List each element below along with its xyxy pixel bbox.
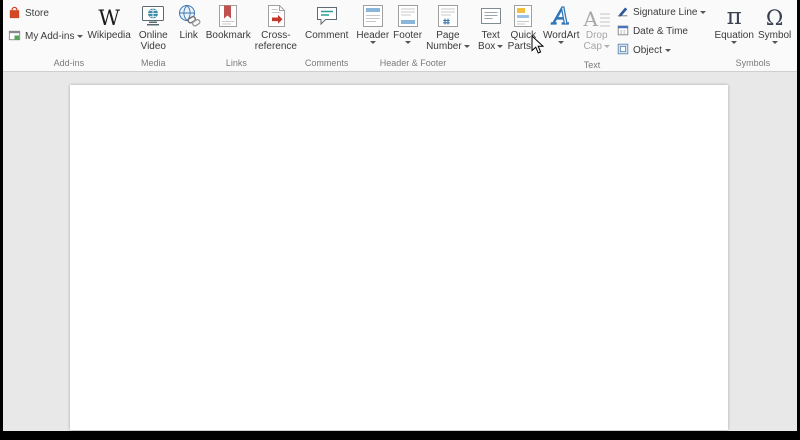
ribbon-group-symbols: π Equation Ω Symbol Symbols [711, 0, 794, 71]
symbol-button[interactable]: Ω Symbol [756, 1, 793, 57]
page-number-label-2: Number [426, 41, 462, 52]
cross-reference-icon [263, 2, 289, 29]
link-button[interactable]: Link [174, 1, 204, 57]
equation-button[interactable]: π Equation [712, 1, 755, 57]
my-addins-button[interactable]: My Add-ins [5, 28, 85, 45]
page-number-label-1: Page [436, 30, 460, 41]
bookmark-button[interactable]: Bookmark [204, 1, 253, 57]
text-box-icon [478, 2, 504, 29]
store-icon [7, 5, 22, 23]
word-window: Store My Add-ins W Wikipedia Add-ins Onl… [3, 0, 797, 431]
ribbon-insert-tab: Store My Add-ins W Wikipedia Add-ins Onl… [3, 0, 797, 72]
ribbon-group-links: Link Bookmark Cross- reference Links [173, 0, 300, 71]
date-time-label: Date & Time [632, 26, 688, 37]
document-page[interactable] [70, 85, 728, 430]
chevron-down-icon [731, 41, 738, 44]
wikipedia-button[interactable]: W Wikipedia [85, 1, 132, 57]
bookmark-label: Bookmark [205, 30, 251, 41]
drop-cap-icon: A [584, 2, 610, 29]
footer-label: Footer [393, 30, 423, 41]
signature-line-label: Signature Line [632, 7, 698, 18]
group-label-symbols: Symbols [735, 58, 771, 68]
chevron-down-icon [771, 41, 778, 44]
footer-button[interactable]: Footer [391, 1, 424, 57]
ribbon-group-media: Online Video Media [136, 0, 171, 71]
chevron-down-icon [463, 45, 470, 48]
page-number-button[interactable]: Page Number [424, 1, 472, 57]
link-label: Link [179, 30, 198, 41]
group-label-media: Media [141, 58, 166, 68]
store-label: Store [25, 8, 49, 19]
date-time-icon [616, 23, 630, 40]
drop-cap-button[interactable]: A Drop Cap [582, 1, 612, 57]
wordart-label: WordArt [543, 30, 580, 41]
link-icon [176, 2, 202, 29]
drop-cap-label-1: Drop [585, 30, 608, 41]
ribbon-group-text: Text Box Quick Parts A WordArt A Drop Ca… [475, 0, 710, 71]
cross-reference-label-1: Cross- [261, 30, 291, 41]
date-time-button[interactable]: Date & Time [614, 23, 709, 40]
ribbon-group-comments: Comment Comments [302, 0, 351, 71]
bookmark-icon [215, 2, 241, 29]
chevron-down-icon [700, 11, 707, 14]
online-video-icon [140, 2, 166, 29]
object-icon [616, 42, 630, 59]
wordart-button[interactable]: A WordArt [541, 1, 582, 57]
wordart-icon: A [552, 4, 570, 30]
chevron-down-icon [77, 35, 84, 38]
group-label-comments: Comments [304, 58, 349, 68]
my-addins-label: My Add-ins [25, 31, 75, 42]
chevron-down-icon [369, 41, 376, 44]
text-box-label-1: Text [481, 30, 500, 41]
quick-parts-label-2: Parts [507, 41, 531, 52]
page-number-icon [435, 2, 461, 29]
wikipedia-icon: W [98, 6, 120, 30]
object-label: Object [632, 45, 662, 56]
quick-parts-icon [510, 2, 536, 29]
chevron-down-icon [558, 41, 565, 44]
group-label-header-footer: Header & Footer [379, 58, 447, 68]
text-box-label-2: Box [478, 41, 496, 52]
cross-reference-button[interactable]: Cross- reference [253, 1, 299, 57]
equation-icon: π [726, 4, 742, 30]
ribbon-group-addins: Store My Add-ins W Wikipedia Add-ins [4, 0, 134, 71]
signature-line-button[interactable]: Signature Line [614, 4, 709, 21]
text-box-button[interactable]: Text Box [476, 1, 506, 57]
group-label-text: Text [583, 60, 601, 70]
cross-reference-label-2: reference [254, 41, 297, 52]
object-button[interactable]: Object [614, 42, 709, 59]
comment-button[interactable]: Comment [303, 1, 350, 57]
group-label-addins: Add-ins [53, 58, 85, 68]
store-button[interactable]: Store [5, 5, 85, 22]
symbol-label: Symbol [757, 30, 792, 41]
online-video-button[interactable]: Online Video [137, 1, 170, 57]
symbol-icon: Ω [765, 6, 784, 30]
equation-label: Equation [714, 30, 754, 41]
footer-icon [395, 2, 421, 29]
wikipedia-label: Wikipedia [87, 30, 131, 41]
online-video-label-2: Video [140, 41, 166, 52]
header-icon [360, 2, 386, 29]
signature-line-icon [616, 4, 630, 21]
header-label: Header [356, 30, 390, 41]
chevron-down-icon [664, 49, 671, 52]
chevron-down-icon [603, 45, 610, 48]
mouse-cursor [531, 34, 545, 60]
chevron-down-icon [497, 45, 504, 48]
drop-cap-label-2: Cap [583, 41, 602, 52]
my-addins-icon [7, 28, 22, 46]
chevron-down-icon [404, 41, 411, 44]
ribbon-group-header-footer: Header Footer Page Number Header & Foote… [353, 0, 472, 71]
online-video-label-1: Online [138, 30, 168, 41]
comment-label: Comment [305, 30, 349, 41]
comment-icon [314, 2, 340, 29]
document-workspace [3, 72, 797, 430]
header-button[interactable]: Header [354, 1, 391, 57]
group-label-links: Links [225, 58, 247, 68]
